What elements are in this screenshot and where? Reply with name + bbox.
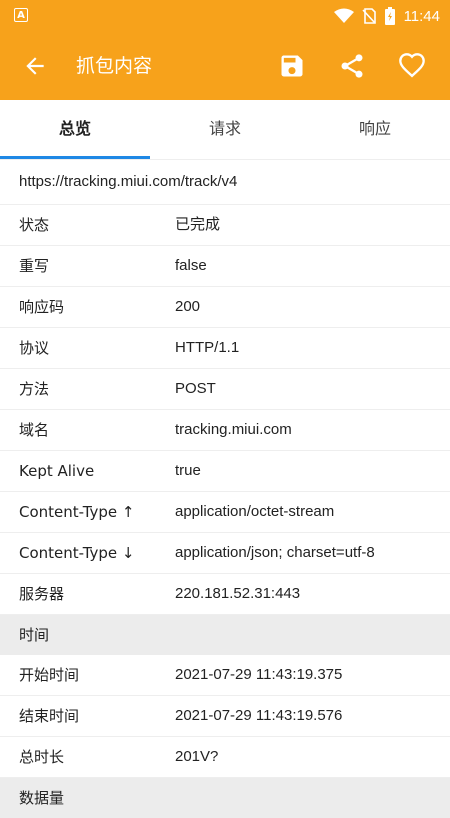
share-icon[interactable] (338, 52, 366, 80)
row-value: POST (175, 380, 216, 397)
row-key: Kept Alive (19, 462, 95, 480)
row-key: 总时长 (19, 748, 65, 766)
list-item-content-type-down[interactable]: Content-Type ↓ application/json; charset… (0, 533, 450, 574)
row-value: true (175, 462, 201, 479)
notification-icon: A (14, 8, 28, 22)
app-bar: 抓包内容 (0, 32, 450, 100)
list-item-status[interactable]: 状态 已完成 (0, 205, 450, 246)
row-value: 201V? (175, 748, 219, 765)
row-value: application/octet-stream (175, 503, 335, 520)
list-item-content-type-up[interactable]: Content-Type ↑ application/octet-stream (0, 492, 450, 533)
status-bar: A 11:44 (0, 0, 450, 32)
row-value: tracking.miui.com (175, 421, 292, 438)
battery-icon (384, 7, 395, 25)
tab-overview[interactable]: 总览 (0, 100, 150, 158)
list-item-domain[interactable]: 域名 tracking.miui.com (0, 410, 450, 451)
tab-request[interactable]: 请求 (150, 100, 300, 158)
save-icon[interactable] (278, 52, 306, 80)
list-item-protocol[interactable]: 协议 HTTP/1.1 (0, 328, 450, 369)
no-sim-icon (361, 8, 376, 24)
row-key: 协议 (19, 339, 50, 357)
row-value: false (175, 257, 207, 274)
row-key: 响应码 (19, 298, 65, 316)
row-key: 开始时间 (19, 666, 80, 684)
row-key: 域名 (19, 421, 50, 439)
section-header-time: 时间 (0, 615, 450, 655)
back-arrow-icon[interactable] (22, 53, 48, 79)
row-key: Content-Type ↑ (19, 503, 135, 521)
wifi-icon (333, 8, 354, 23)
row-key: 重写 (19, 257, 50, 275)
row-value: HTTP/1.1 (175, 339, 240, 356)
page-title: 抓包内容 (76, 55, 153, 77)
list-item-duration[interactable]: 总时长 201V? (0, 737, 450, 778)
row-value: 2021-07-29 11:43:19.576 (175, 707, 343, 724)
row-value: 已完成 (175, 216, 221, 233)
favorite-icon[interactable] (398, 52, 426, 80)
list-item-method[interactable]: 方法 POST (0, 369, 450, 410)
clock: 11:44 (403, 7, 440, 25)
row-value: 200 (175, 298, 201, 315)
row-value: 220.181.52.31:443 (175, 585, 301, 602)
tab-response[interactable]: 响应 (300, 100, 450, 158)
list-item-start-time[interactable]: 开始时间 2021-07-29 11:43:19.375 (0, 655, 450, 696)
row-key: Content-Type ↓ (19, 544, 135, 562)
row-key: 结束时间 (19, 707, 80, 725)
list-item-response-code[interactable]: 响应码 200 (0, 287, 450, 328)
request-url[interactable]: https://tracking.miui.com/track/v4 (0, 160, 450, 205)
row-value: 2021-07-29 11:43:19.375 (175, 666, 343, 683)
row-value: application/json; charset=utf-8 (175, 544, 375, 561)
list-item-server[interactable]: 服务器 220.181.52.31:443 (0, 574, 450, 615)
row-key: 状态 (19, 216, 50, 234)
list-item-end-time[interactable]: 结束时间 2021-07-29 11:43:19.576 (0, 696, 450, 737)
status-icons: 11:44 (333, 6, 440, 26)
tab-bar: 总览 请求 响应 (0, 100, 450, 158)
list-item-kept-alive[interactable]: Kept Alive true (0, 451, 450, 492)
row-key: 方法 (19, 380, 50, 398)
list-item-rewrite[interactable]: 重写 false (0, 246, 450, 287)
overview-list: https://tracking.miui.com/track/v4 状态 已完… (0, 160, 450, 818)
row-key: 服务器 (19, 585, 65, 603)
section-header-data-size: 数据量 (0, 778, 450, 818)
